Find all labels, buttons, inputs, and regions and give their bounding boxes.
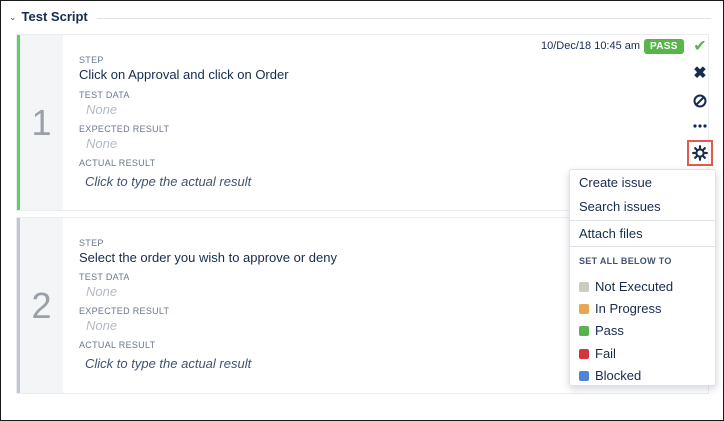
step-field: STEP Click on Approval and click on Orde…: [79, 55, 289, 82]
menu-divider: [570, 220, 715, 221]
test-script-panel: ⌄ Test Script 1 STEP Click on Approval a…: [0, 0, 724, 421]
menu-item-create-issue[interactable]: Create issue: [579, 175, 652, 190]
actual-result-input[interactable]: Click to type the actual result: [85, 356, 251, 371]
menu-status-not-executed[interactable]: Not Executed: [579, 279, 673, 294]
menu-status-in-progress[interactable]: In Progress: [579, 301, 661, 316]
step-number: 2: [17, 218, 63, 393]
step-label: STEP: [79, 238, 104, 248]
status-swatch: [579, 348, 589, 359]
status-label: Blocked: [595, 368, 642, 383]
actual-result-input[interactable]: Click to type the actual result: [85, 174, 251, 189]
expected-result-field: EXPECTED RESULT None: [79, 124, 169, 151]
status-badge: PASS: [644, 39, 684, 54]
check-icon[interactable]: ✔: [687, 35, 713, 57]
test-data-field: TEST DATA None: [79, 90, 130, 117]
status-swatch: [579, 303, 589, 314]
gear-icon[interactable]: [687, 140, 713, 166]
expected-result-value[interactable]: None: [86, 318, 169, 333]
set-all-heading: SET ALL BELOW TO: [579, 256, 672, 266]
section-header[interactable]: ⌄ Test Script: [9, 9, 88, 24]
step-text[interactable]: Select the order you wish to approve or …: [79, 250, 337, 265]
test-data-field: TEST DATA None: [79, 272, 130, 299]
section-title: Test Script: [21, 9, 88, 24]
step-number: 1: [17, 35, 63, 210]
section-divider: [97, 18, 711, 19]
step-field: STEP Select the order you wish to approv…: [79, 238, 337, 265]
test-data-value[interactable]: None: [86, 284, 130, 299]
step-label: STEP: [79, 55, 104, 65]
test-data-value[interactable]: None: [86, 102, 130, 117]
execution-timestamp: 10/Dec/18 10:45 am: [541, 40, 641, 52]
more-icon[interactable]: [687, 115, 713, 137]
expected-result-value[interactable]: None: [86, 136, 169, 151]
actual-result-field: ACTUAL RESULT Click to type the actual r…: [79, 158, 251, 189]
menu-status-blocked[interactable]: Blocked: [579, 368, 641, 383]
settings-dropdown-menu: Create issue Search issues Attach files …: [569, 169, 716, 386]
cross-icon[interactable]: ✖: [687, 62, 713, 84]
step-text[interactable]: Click on Approval and click on Order: [79, 67, 289, 82]
test-data-label: TEST DATA: [79, 90, 130, 100]
expected-result-label: EXPECTED RESULT: [79, 124, 170, 134]
actual-result-field: ACTUAL RESULT Click to type the actual r…: [79, 340, 251, 371]
blocked-icon[interactable]: [687, 90, 713, 112]
menu-item-search-issues[interactable]: Search issues: [579, 199, 661, 214]
expected-result-field: EXPECTED RESULT None: [79, 306, 169, 333]
actual-result-label: ACTUAL RESULT: [79, 158, 156, 168]
test-data-label: TEST DATA: [79, 272, 130, 282]
expected-result-label: EXPECTED RESULT: [79, 306, 170, 316]
status-swatch: [579, 325, 589, 336]
status-label: Fail: [595, 346, 616, 361]
actual-result-label: ACTUAL RESULT: [79, 340, 156, 350]
menu-status-pass[interactable]: Pass: [579, 323, 624, 338]
menu-status-fail[interactable]: Fail: [579, 346, 616, 361]
menu-divider: [570, 246, 715, 247]
status-swatch: [579, 281, 589, 292]
menu-item-attach-files[interactable]: Attach files: [579, 226, 643, 241]
status-label: Not Executed: [595, 279, 674, 294]
status-swatch: [579, 370, 589, 381]
status-label: In Progress: [595, 301, 662, 316]
chevron-down-icon[interactable]: ⌄: [9, 12, 17, 23]
status-label: Pass: [595, 323, 624, 338]
